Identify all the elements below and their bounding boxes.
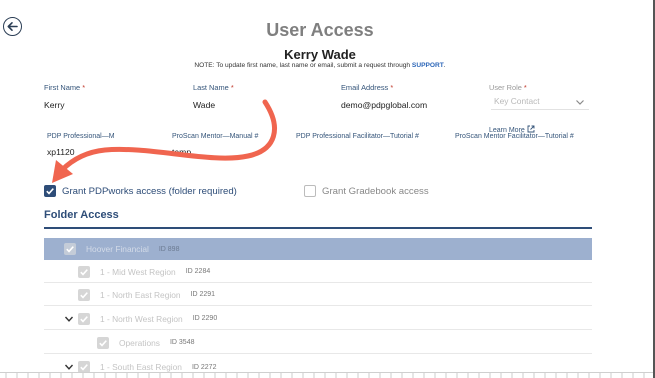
chevron-down-icon bbox=[576, 100, 584, 105]
first-name-field: First Name * Kerry bbox=[44, 83, 85, 110]
user-role-value: Key Contact bbox=[494, 96, 540, 106]
folder-id: ID 3548 bbox=[169, 339, 195, 346]
pdpworks-access-checkbox[interactable] bbox=[44, 185, 56, 197]
tree-row[interactable]: Operations ID 3548 bbox=[44, 332, 592, 354]
chevron-down-icon[interactable] bbox=[64, 362, 74, 372]
folder-name: Hoover Financial bbox=[86, 244, 149, 254]
folder-checkbox[interactable] bbox=[78, 265, 90, 278]
gradebook-access-label: Grant Gradebook access bbox=[322, 185, 429, 197]
gradebook-access-option[interactable]: Grant Gradebook access bbox=[304, 185, 429, 197]
pdpworks-access-label: Grant PDPworks access (folder required) bbox=[62, 185, 237, 197]
first-name-label: First Name * bbox=[44, 83, 86, 92]
last-name-value: Wade bbox=[193, 100, 216, 110]
support-link[interactable]: SUPPORT bbox=[412, 62, 444, 69]
section-divider bbox=[44, 227, 592, 229]
folder-id: ID 898 bbox=[158, 245, 180, 253]
folder-id: ID 2291 bbox=[190, 291, 216, 298]
proscan-mentor-manual-field: ProScan Mentor—Manual # temp bbox=[172, 133, 258, 157]
pdp-professional-manual-value[interactable]: xp1120 bbox=[47, 147, 115, 157]
folder-checkbox[interactable] bbox=[97, 336, 109, 349]
folder-name: 1 - Mid West Region bbox=[100, 266, 176, 277]
pdp-facilitator-tutorial-field: PDP Professional Facilitator—Tutorial # bbox=[296, 133, 419, 140]
pdp-facilitator-tutorial-label: PDP Professional Facilitator—Tutorial # bbox=[296, 133, 419, 140]
checkmark-icon bbox=[80, 315, 88, 323]
folder-checkbox[interactable] bbox=[78, 288, 90, 301]
user-name: Kerry Wade bbox=[284, 47, 356, 62]
folder-name: Operations bbox=[119, 337, 160, 348]
folder-access-title: Folder Access bbox=[44, 209, 119, 221]
external-link-icon bbox=[527, 125, 535, 133]
checkmark-icon bbox=[80, 268, 88, 276]
first-name-value: Kerry bbox=[44, 100, 65, 110]
update-note: NOTE: To update first name, last name or… bbox=[0, 62, 640, 69]
checkmark-icon bbox=[99, 339, 107, 347]
gradebook-access-checkbox[interactable] bbox=[304, 185, 316, 197]
pdpworks-access-option[interactable]: Grant PDPworks access (folder required) bbox=[44, 185, 237, 197]
checkmark-icon bbox=[80, 291, 88, 299]
note-suffix: . bbox=[443, 62, 446, 69]
last-name-field: Last Name * Wade bbox=[193, 83, 234, 110]
checkmark-icon bbox=[46, 188, 54, 195]
folder-id: ID 2272 bbox=[191, 363, 217, 371]
folder-name: 1 - South East Region bbox=[100, 362, 182, 372]
user-role-select[interactable]: Key Contact bbox=[491, 96, 589, 110]
user-access-panel: User Access Kerry Wade NOTE: To update f… bbox=[0, 0, 655, 378]
folder-id: ID 2284 bbox=[185, 268, 211, 275]
page-title: User Access bbox=[266, 20, 374, 40]
proscan-mentor-manual-label: ProScan Mentor—Manual # bbox=[172, 133, 259, 140]
email-value: demo@pdpglobal.com bbox=[341, 100, 428, 110]
tree-row[interactable]: 1 - North East Region ID 2291 bbox=[44, 284, 592, 306]
proscan-facilitator-tutorial-label: ProScan Mentor Facilitator—Tutorial # bbox=[455, 133, 574, 140]
checkmark-icon bbox=[66, 246, 74, 253]
checkmark-icon bbox=[80, 364, 88, 371]
pdp-professional-manual-field: PDP Professional—M xp1120 bbox=[47, 133, 115, 157]
folder-name: 1 - North East Region bbox=[100, 289, 181, 300]
folder-id: ID 2290 bbox=[192, 315, 218, 322]
tree-row[interactable]: 1 - Mid West Region ID 2284 bbox=[44, 261, 592, 283]
user-role-field: User Role * bbox=[489, 83, 527, 92]
tree-row[interactable]: Hoover Financial ID 898 bbox=[44, 238, 592, 260]
proscan-mentor-manual-value[interactable]: temp bbox=[172, 147, 258, 157]
tree-row[interactable]: 1 - North West Region ID 2290 bbox=[44, 308, 592, 330]
last-name-label: Last Name * bbox=[193, 83, 234, 92]
pdp-professional-manual-label: PDP Professional—M bbox=[47, 133, 115, 140]
proscan-facilitator-tutorial-field: ProScan Mentor Facilitator—Tutorial # bbox=[455, 133, 574, 140]
folder-checkbox[interactable] bbox=[78, 312, 90, 325]
folder-checkbox[interactable] bbox=[64, 243, 76, 255]
email-label: Email Address * bbox=[341, 83, 394, 92]
chevron-down-icon[interactable] bbox=[64, 314, 74, 324]
email-field: Email Address * demo@pdpglobal.com bbox=[341, 83, 427, 110]
torn-edge bbox=[0, 372, 653, 378]
note-text: NOTE: To update first name, last name or… bbox=[194, 62, 412, 69]
folder-name: 1 - North West Region bbox=[100, 313, 183, 324]
user-role-label: User Role * bbox=[489, 83, 527, 92]
